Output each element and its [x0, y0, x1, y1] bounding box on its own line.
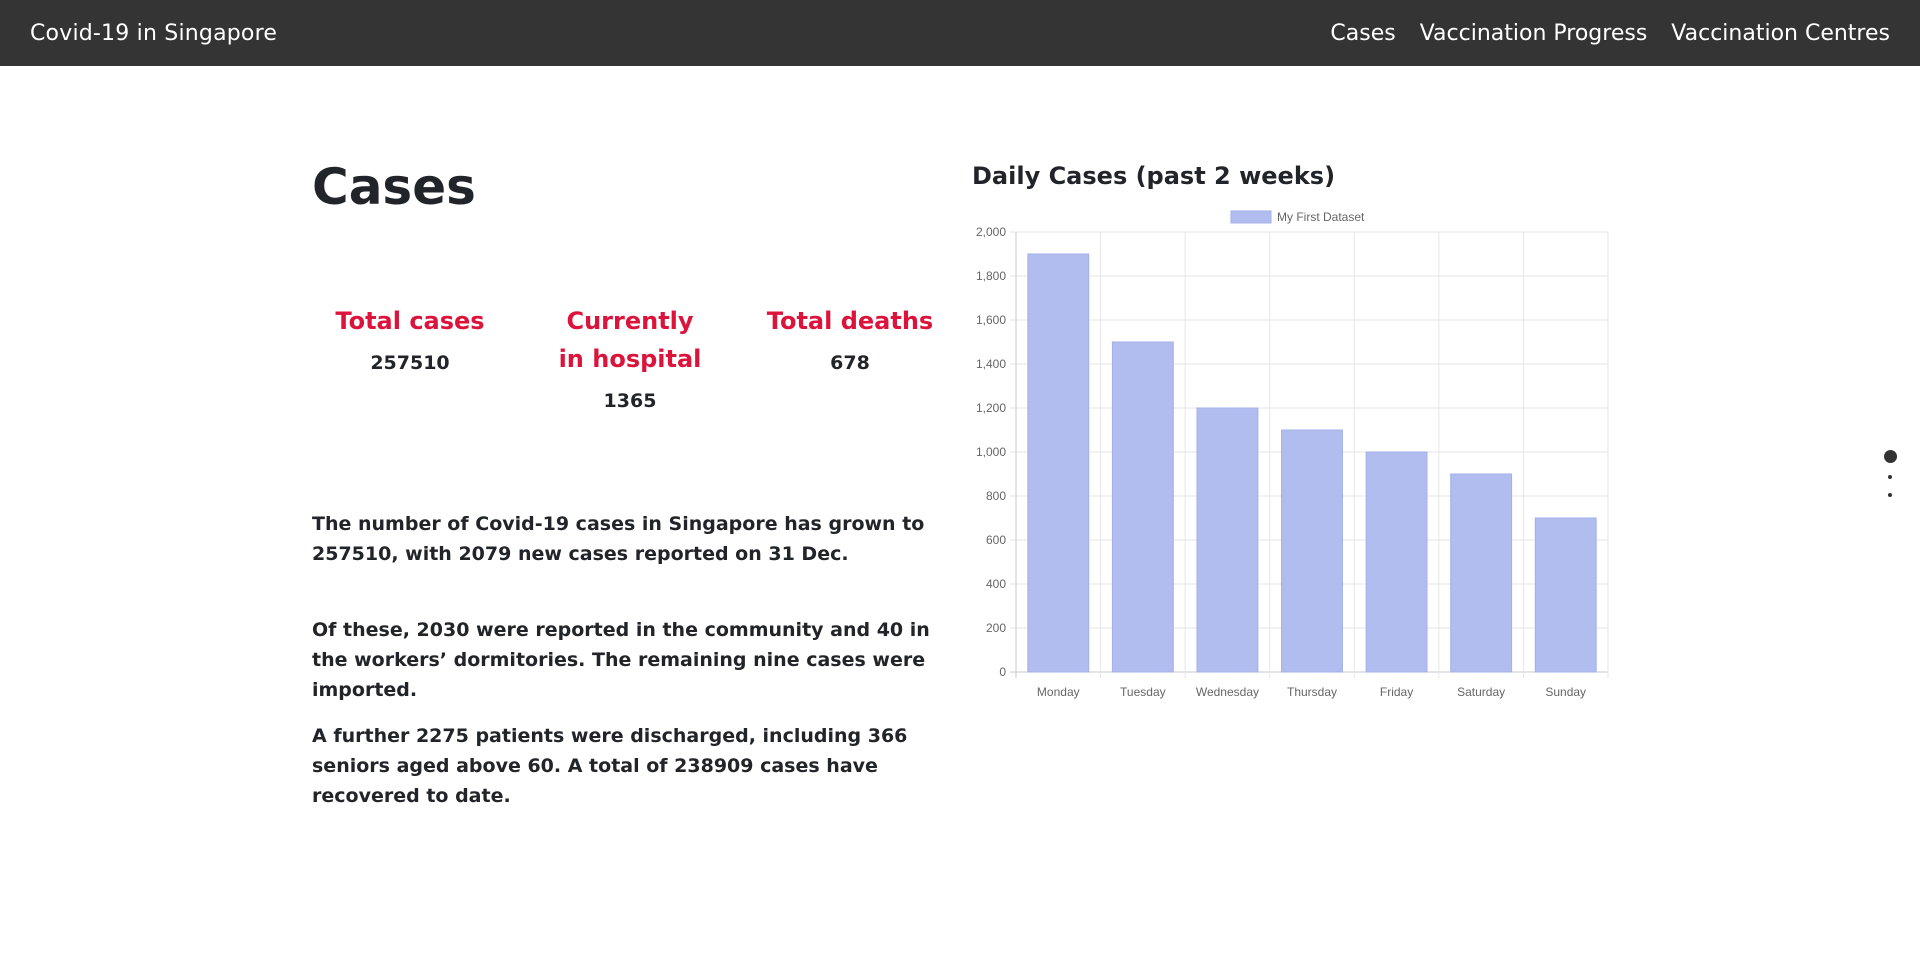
y-tick-label: 400 — [986, 577, 1006, 591]
x-tick-label: Friday — [1380, 685, 1413, 699]
bar-wednesday — [1196, 407, 1259, 673]
y-tick-label: 1,200 — [976, 401, 1006, 415]
bar-thursday — [1281, 429, 1343, 673]
x-tick-label: Saturday — [1457, 685, 1505, 699]
y-tick-label: 2,000 — [976, 225, 1006, 239]
bar-tuesday — [1111, 341, 1174, 673]
nav-link-cases[interactable]: Cases — [1330, 21, 1395, 46]
navbar: Covid-19 in Singapore Cases Vaccination … — [0, 0, 1920, 66]
y-tick-label: 0 — [999, 665, 1006, 679]
y-tick-label: 1,400 — [976, 357, 1006, 371]
brand-link[interactable]: Covid-19 in Singapore — [30, 21, 277, 46]
cases-paragraph-1: The number of Covid-19 cases in Singapor… — [312, 513, 925, 565]
section-dot-1[interactable] — [1884, 450, 1897, 463]
stat-label: Total deaths — [766, 307, 934, 335]
bar-monday — [1027, 253, 1090, 673]
daily-cases-chart: 0 200 400 600 800 1,000 1,200 1,400 1,600 1,800 2,… — [976, 210, 1609, 699]
stat-value: 257510 — [370, 352, 450, 374]
x-tick-label: Tuesday — [1120, 685, 1166, 699]
y-tick-label: 1,600 — [976, 313, 1006, 327]
stat-currently-in-hospital: Currently in hospital 1365 — [530, 302, 730, 412]
cases-paragraph-3: A further 2275 patients were discharged,… — [312, 725, 908, 807]
y-tick-label: 1,800 — [976, 269, 1006, 283]
cases-paragraph-2: Of these, 2030 were reported in the comm… — [312, 619, 930, 701]
bar-sunday — [1534, 517, 1597, 673]
x-tick-label: Sunday — [1545, 685, 1586, 699]
stat-label: Total cases — [335, 307, 485, 335]
y-tick-label: 200 — [986, 621, 1006, 635]
chart-title: Daily Cases (past 2 weeks) — [972, 162, 1336, 190]
stat-value: 1365 — [603, 390, 657, 412]
bar-friday — [1365, 451, 1428, 673]
y-tick-label: 800 — [986, 489, 1006, 503]
x-tick-label: Wednesday — [1196, 685, 1259, 699]
stat-total-deaths: Total deaths 678 — [750, 302, 950, 374]
legend-swatch — [1230, 210, 1272, 224]
page-title: Cases — [312, 158, 476, 216]
x-tick-label: Thursday — [1287, 685, 1337, 699]
x-tick-label: Monday — [1037, 685, 1080, 699]
y-tick-label: 600 — [986, 533, 1006, 547]
legend-label: My First Dataset — [1277, 210, 1365, 224]
stat-value: 678 — [830, 352, 870, 374]
nav-link-vaccination-centres[interactable]: Vaccination Centres — [1671, 21, 1890, 46]
section-dot-nav — [1884, 450, 1897, 509]
nav-links: Cases Vaccination Progress Vaccination C… — [1330, 21, 1890, 46]
section-dot-2[interactable] — [1888, 475, 1892, 479]
stat-label: Currently in hospital — [558, 307, 702, 373]
y-tick-label: 1,000 — [976, 445, 1006, 459]
section-dot-3[interactable] — [1888, 493, 1892, 497]
bar-saturday — [1450, 473, 1513, 673]
nav-link-vaccination-progress[interactable]: Vaccination Progress — [1420, 21, 1648, 46]
stat-total-cases: Total cases 257510 — [310, 302, 510, 374]
